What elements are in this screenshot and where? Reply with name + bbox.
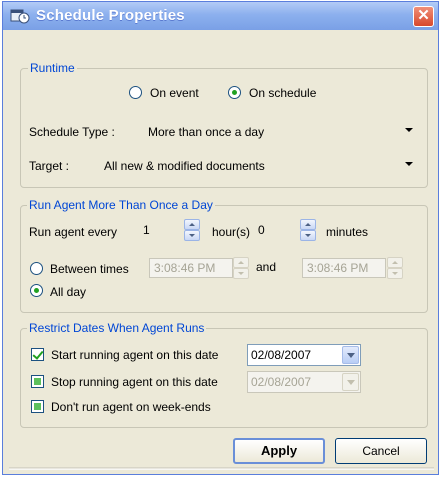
time-to-input[interactable]: 3:08:46 PM — [302, 258, 386, 278]
runtime-group: Runtime On event On schedule Schedule Ty… — [20, 61, 428, 188]
minutes-label: minutes — [326, 225, 369, 239]
schedule-type-label: Schedule Type : — [29, 125, 115, 139]
schedule-properties-dialog: Schedule Properties ✕ Runtime On event O… — [2, 1, 439, 475]
minutes-input[interactable]: 0 — [254, 220, 298, 240]
restrict-dates-group: Restrict Dates When Agent Runs Start run… — [20, 321, 428, 428]
spin-down-icon[interactable] — [184, 230, 200, 241]
and-label: and — [256, 260, 277, 274]
spin-up-icon[interactable] — [300, 219, 316, 230]
stop-date-calendar-button[interactable] — [342, 373, 359, 391]
run-more-group: Run Agent More Than Once a Day Run agent… — [20, 198, 428, 313]
chevron-down-icon — [405, 128, 413, 132]
runtime-legend: Runtime — [28, 61, 77, 75]
close-button[interactable]: ✕ — [413, 6, 434, 27]
title-bar: Schedule Properties ✕ — [3, 2, 438, 30]
weekends-checkbox[interactable] — [31, 400, 44, 413]
spin-up-icon[interactable] — [387, 257, 403, 268]
on-event-radio[interactable] — [129, 86, 142, 99]
hours-label: hour(s) — [212, 225, 251, 239]
time-from-input[interactable]: 3:08:46 PM — [149, 258, 233, 278]
on-schedule-radio[interactable] — [228, 86, 241, 99]
spin-down-icon[interactable] — [233, 268, 249, 279]
time-to-spinner[interactable] — [387, 257, 403, 279]
hours-input[interactable]: 1 — [139, 220, 183, 240]
between-times-label[interactable]: Between times — [50, 262, 129, 276]
dialog-title: Schedule Properties — [36, 7, 185, 24]
minutes-spinner[interactable] — [300, 219, 316, 241]
schedule-agent-icon — [10, 9, 30, 24]
bottom-divider — [9, 467, 434, 470]
start-date-calendar-button[interactable] — [342, 346, 359, 364]
stop-date-label[interactable]: Stop running agent on this date — [51, 375, 218, 389]
target-label: Target : — [29, 159, 70, 173]
target-value: All new & modified documents — [104, 159, 265, 173]
schedule-type-value: More than once a day — [148, 125, 265, 139]
run-every-label: Run agent every — [29, 225, 118, 239]
cancel-button[interactable]: Cancel — [335, 438, 427, 464]
spin-up-icon[interactable] — [184, 219, 200, 230]
spin-down-icon[interactable] — [300, 230, 316, 241]
stop-date-checkbox[interactable] — [31, 375, 44, 388]
spin-down-icon[interactable] — [387, 268, 403, 279]
chevron-down-icon — [405, 162, 413, 166]
start-date-checkbox[interactable] — [31, 348, 44, 361]
time-from-spinner[interactable] — [233, 257, 249, 279]
apply-button[interactable]: Apply — [233, 438, 325, 464]
weekends-label[interactable]: Don't run agent on week-ends — [51, 400, 211, 414]
on-event-label[interactable]: On event — [150, 86, 199, 100]
spin-up-icon[interactable] — [233, 257, 249, 268]
all-day-radio[interactable] — [30, 284, 43, 297]
restrict-dates-legend: Restrict Dates When Agent Runs — [27, 321, 207, 335]
between-times-radio[interactable] — [30, 262, 43, 275]
schedule-type-dropdown[interactable]: More than once a day — [148, 122, 413, 142]
target-dropdown[interactable]: All new & modified documents — [104, 156, 413, 176]
start-date-label[interactable]: Start running agent on this date — [51, 348, 218, 362]
run-more-legend: Run Agent More Than Once a Day — [27, 198, 215, 212]
all-day-label[interactable]: All day — [50, 285, 86, 299]
on-schedule-label[interactable]: On schedule — [249, 86, 316, 100]
hours-spinner[interactable] — [184, 219, 200, 241]
